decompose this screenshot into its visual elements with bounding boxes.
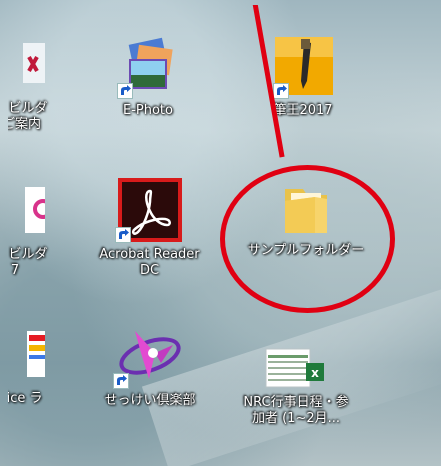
- photo-stack-icon: [117, 37, 179, 99]
- icon-label-line2: 7: [10, 263, 20, 278]
- shortcut-arrow-icon: [273, 83, 289, 99]
- desktop-icon-leftcut-3[interactable]: Office ラ: [8, 327, 70, 407]
- icon-label-line2: 加者 (1~2月...: [251, 411, 341, 426]
- icon-label: E-Photo: [123, 103, 173, 118]
- shortcut-app-icon: [8, 183, 53, 243]
- icon-label: ジ・ビルダ: [8, 101, 48, 116]
- icon-label-line2: のご案内: [8, 117, 41, 132]
- icon-label: せっけい倶楽部: [104, 393, 196, 408]
- desktop-icon-leftcut-1[interactable]: ジ・ビルダ のご案内: [8, 37, 70, 133]
- desktop-icon-acrobat[interactable]: Acrobat Reader DC: [82, 177, 217, 279]
- desktop-icon-nrc[interactable]: x NRC行事日程・参 加者 (1~2月...: [226, 347, 366, 427]
- desktop-icon-sekkei[interactable]: せっけい倶楽部: [85, 323, 215, 409]
- shortcut-arrow-icon: [117, 83, 133, 99]
- icon-label: ジ・ビルダ: [8, 247, 48, 262]
- icon-label: NRC行事日程・参: [243, 395, 349, 410]
- desktop: ジ・ビルダ のご案内 E-Photo: [8, 5, 441, 466]
- desktop-icon-leftcut-2[interactable]: ジ・ビルダ 7: [8, 183, 70, 279]
- shortcut-arrow-icon: [114, 227, 131, 243]
- fude-pen-icon: [271, 35, 335, 99]
- shortcut-arrow-icon: [113, 373, 129, 389]
- icon-label: Office ラ: [8, 391, 43, 406]
- icon-label: Acrobat Reader: [99, 247, 200, 262]
- sekkei-club-icon: [113, 323, 185, 389]
- svg-text:x: x: [311, 366, 319, 380]
- office-guide-icon: [8, 327, 45, 387]
- acrobat-icon: [114, 177, 183, 243]
- shortcut-app-icon: [8, 37, 45, 97]
- excel-file-icon: x: [264, 347, 328, 391]
- icon-label: 筆王2017: [273, 103, 333, 118]
- desktop-icon-ephoto[interactable]: E-Photo: [93, 37, 203, 119]
- annotation-circle: [220, 165, 395, 313]
- icon-label-line2: DC: [139, 263, 160, 278]
